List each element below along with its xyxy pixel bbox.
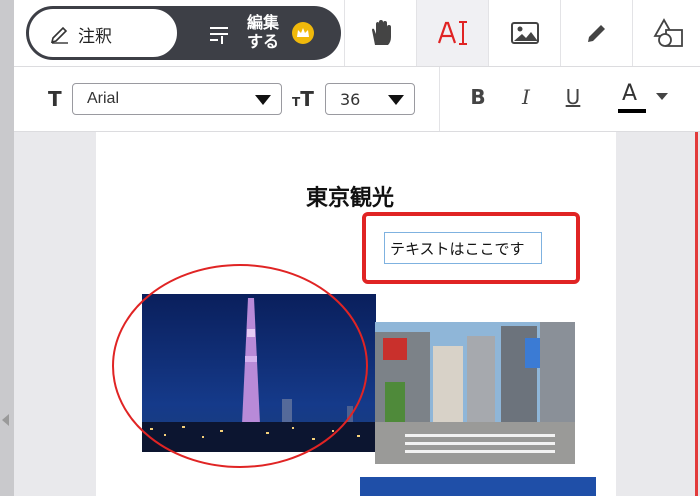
text-box[interactable]: テキストはここです	[384, 232, 542, 264]
mode-toggle: 注釈 編集 する	[26, 6, 341, 60]
document-page: 東京観光 テキストはここです	[96, 132, 616, 496]
font-size-value: 36	[340, 90, 361, 109]
italic-button[interactable]: I	[514, 85, 538, 109]
shibuya-image	[375, 322, 575, 464]
font-size-select[interactable]: 36	[325, 83, 415, 115]
text-cursor-icon	[437, 21, 467, 45]
pen-tool-button[interactable]	[560, 0, 632, 66]
text-color-button[interactable]: A	[618, 81, 674, 117]
premium-crown-icon	[292, 22, 314, 44]
edit-text-icon	[210, 27, 228, 44]
pen-icon	[587, 25, 605, 42]
pencil-outline-icon	[50, 26, 68, 44]
format-toolbar: T Arial TT 36 B I U A	[14, 67, 700, 132]
text-color-label: A	[622, 81, 638, 106]
hand-tool-button[interactable]	[344, 0, 416, 66]
selection-edge	[695, 132, 698, 496]
shapes-tool-button[interactable]	[632, 0, 700, 66]
chevron-down-icon	[388, 95, 404, 105]
font-size-icon: TT	[292, 87, 314, 111]
document-title[interactable]: 東京観光	[306, 180, 394, 212]
divider	[439, 67, 440, 131]
main-toolbar: 注釈 編集 する	[14, 0, 700, 67]
text-color-swatch	[618, 109, 646, 113]
city-photo[interactable]	[360, 477, 596, 496]
collapse-arrow-icon[interactable]	[2, 414, 9, 426]
text-box-content: テキストはここです	[390, 240, 525, 258]
edit-label: 編集 する	[243, 13, 283, 51]
font-family-select[interactable]: Arial	[72, 83, 282, 115]
shibuya-photo[interactable]	[375, 322, 575, 464]
text-tool-button[interactable]	[416, 0, 488, 66]
font-family-value: Arial	[87, 90, 120, 107]
edit-label-line1: 編集	[246, 13, 279, 32]
image-tool-button[interactable]	[488, 0, 560, 66]
annotate-label: 注釈	[78, 27, 112, 47]
left-panel-edge	[0, 0, 14, 496]
underline-button[interactable]: U	[561, 85, 585, 109]
shapes-icon	[652, 18, 683, 47]
red-ellipse-annotation[interactable]	[110, 262, 370, 470]
image-icon	[510, 22, 539, 44]
chevron-down-icon	[656, 93, 668, 100]
edit-mode-button[interactable]: 編集 する	[186, 6, 341, 60]
bold-button[interactable]: B	[466, 85, 490, 109]
edit-label-line2: する	[246, 32, 279, 51]
hand-icon	[371, 20, 391, 45]
city-image	[360, 477, 596, 496]
chevron-down-icon	[255, 95, 271, 105]
font-family-icon: T	[48, 87, 62, 111]
annotate-mode-button[interactable]: 注釈	[28, 8, 178, 58]
